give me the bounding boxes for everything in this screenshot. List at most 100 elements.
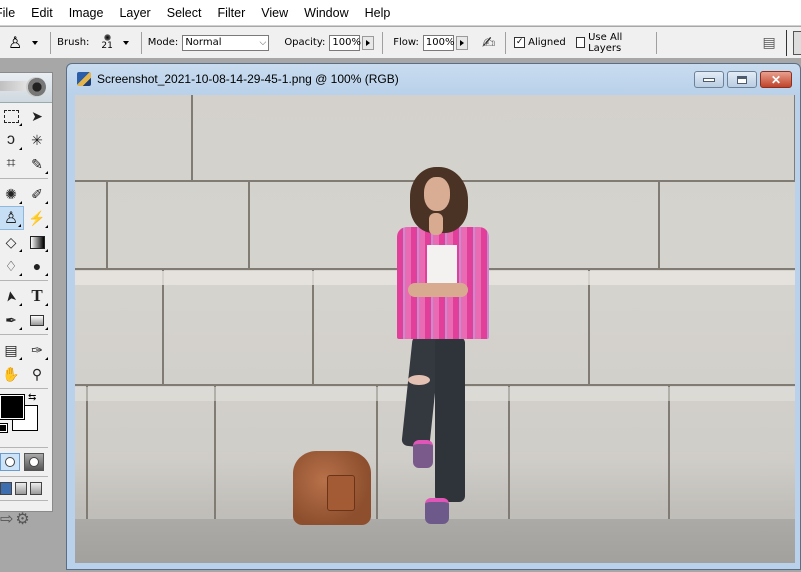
divider xyxy=(0,476,48,477)
use-all-layers-checkbox[interactable]: Use All Layers xyxy=(575,32,646,54)
menu-file[interactable]: File xyxy=(0,0,23,26)
flow-input[interactable]: 100% xyxy=(422,34,455,51)
slice-tool[interactable]: ✎ xyxy=(24,152,50,176)
chevron-down-icon: ⌵ xyxy=(259,37,267,48)
notes-tool[interactable]: ▤ xyxy=(0,338,24,362)
rectangle-icon xyxy=(30,314,44,326)
menu-edit[interactable]: Edit xyxy=(23,0,61,26)
history-brush-tool[interactable]: ⚡ xyxy=(24,206,50,230)
airbrush-icon[interactable]: ✍ xyxy=(482,33,495,52)
palette-well[interactable] xyxy=(792,30,801,55)
jump-to-imageready-button[interactable]: ⇨ ⚙ xyxy=(0,503,52,535)
arrow-icon: ➤ xyxy=(1,288,20,304)
gradient-tool[interactable] xyxy=(24,230,50,254)
mode-select[interactable]: Normal ⌵ xyxy=(182,34,270,51)
document-title: Screenshot_2021-10-08-14-29-45-1.png @ 1… xyxy=(97,72,399,86)
crop-tool[interactable]: ⌗ xyxy=(0,152,24,176)
divider xyxy=(505,31,507,54)
move-tool[interactable]: ➤ xyxy=(24,104,50,128)
healing-icon: ✺ xyxy=(5,185,17,202)
wall-block xyxy=(509,385,669,521)
full-screen-menu-mode-button[interactable] xyxy=(15,482,27,495)
minimize-button[interactable] xyxy=(694,71,724,88)
options-bar: ♙ Brush: 21 Mode: Normal ⌵ Opacity: 100% xyxy=(0,27,801,58)
blur-drop-icon: ♢ xyxy=(4,257,18,274)
opacity-group: Opacity: 100% xyxy=(284,34,375,51)
default-colors-icon[interactable] xyxy=(0,423,8,433)
menu-filter[interactable]: Filter xyxy=(209,0,253,26)
shape-tool[interactable] xyxy=(24,308,50,332)
hand-tool[interactable]: ✋ xyxy=(0,362,24,386)
zoom-tool[interactable]: ⚲ xyxy=(24,362,50,386)
path-selection-tool[interactable]: ➤ xyxy=(0,284,24,308)
jump-to-imageready-icon: ⇨ xyxy=(0,511,14,528)
dodge-tool[interactable]: ● xyxy=(24,254,50,278)
menu-window[interactable]: Window xyxy=(296,0,356,26)
quick-mask-icon xyxy=(29,457,39,467)
notes-icon: ▤ xyxy=(4,341,18,358)
file-browser-icon[interactable]: ▤ xyxy=(763,35,776,51)
lasso-tool[interactable]: ↄ xyxy=(0,128,24,152)
hand-icon: ✋ xyxy=(2,365,20,382)
eyedropper-tool[interactable]: ✑ xyxy=(24,338,50,362)
adobe-eye-logo xyxy=(26,77,46,97)
menu-bar: File Edit Image Layer Select Filter View… xyxy=(0,0,801,26)
close-button[interactable]: ✕ xyxy=(760,71,792,88)
mode-label: Mode: xyxy=(147,37,179,48)
menu-help[interactable]: Help xyxy=(357,0,399,26)
person-arm xyxy=(408,283,468,297)
menu-image[interactable]: Image xyxy=(61,0,112,26)
magic-wand-icon: ✳ xyxy=(31,131,43,148)
person-face xyxy=(424,177,450,211)
tool-preset-picker[interactable]: ♙ xyxy=(8,33,44,52)
healing-brush-tool[interactable]: ✺ xyxy=(0,182,24,206)
divider xyxy=(0,447,48,448)
quick-mask-button[interactable] xyxy=(24,453,44,471)
magnifier-icon: ⚲ xyxy=(31,365,43,382)
brush-picker[interactable]: Brush: 21 xyxy=(57,34,135,51)
rectangular-marquee-tool[interactable] xyxy=(0,104,24,128)
divider xyxy=(655,31,657,54)
mode-group: Mode: Normal ⌵ xyxy=(147,34,270,51)
magic-wand-tool[interactable]: ✳ xyxy=(24,128,50,152)
marquee-icon xyxy=(3,109,19,123)
tool-grid-vector: ➤ T ✒ xyxy=(0,283,52,332)
standard-mode-button[interactable] xyxy=(0,453,20,471)
mask-mode-row xyxy=(0,450,52,474)
foreground-color-swatch[interactable] xyxy=(0,394,25,420)
image-canvas[interactable] xyxy=(75,95,795,563)
menu-layer[interactable]: Layer xyxy=(111,0,158,26)
clone-stamp-tool[interactable]: ♙ xyxy=(0,206,24,230)
opacity-input[interactable]: 100% xyxy=(329,34,361,51)
dodge-icon: ● xyxy=(32,258,42,274)
standard-screen-mode-button[interactable] xyxy=(0,482,12,495)
full-screen-mode-button[interactable] xyxy=(30,482,42,495)
swap-colors-icon[interactable]: ⇆ xyxy=(28,392,36,403)
maximize-icon xyxy=(737,75,747,84)
brush-tip-icon xyxy=(103,34,111,41)
tool-grid-painting: ✺ ✐ ♙ ⚡ ◇ ♢ ● xyxy=(0,181,52,278)
brush-icon: ✐ xyxy=(31,185,43,202)
person-right-leg xyxy=(435,337,465,502)
divider xyxy=(140,31,142,54)
maximize-button[interactable] xyxy=(727,71,757,88)
crop-icon: ⌗ xyxy=(6,155,16,172)
flow-slider-button[interactable] xyxy=(455,35,468,50)
document-title-bar[interactable]: Screenshot_2021-10-08-14-29-45-1.png @ 1… xyxy=(77,72,399,86)
brush-tool[interactable]: ✐ xyxy=(24,182,50,206)
blur-tool[interactable]: ♢ xyxy=(0,254,24,278)
mode-value: Normal xyxy=(185,37,222,48)
toolbox-header[interactable] xyxy=(0,73,52,103)
aligned-checkbox[interactable]: ✓ Aligned xyxy=(514,37,566,48)
menu-view[interactable]: View xyxy=(253,0,296,26)
type-tool[interactable]: T xyxy=(24,284,50,308)
menu-select[interactable]: Select xyxy=(159,0,210,26)
pen-tool[interactable]: ✒ xyxy=(0,308,24,332)
opacity-slider-button[interactable] xyxy=(362,35,375,50)
screen-mode-row xyxy=(0,479,52,498)
gradient-icon xyxy=(29,235,45,249)
divider xyxy=(50,31,52,54)
sneaker-left xyxy=(413,440,433,468)
eraser-tool[interactable]: ◇ xyxy=(0,230,24,254)
flow-group: Flow: 100% xyxy=(393,34,468,51)
